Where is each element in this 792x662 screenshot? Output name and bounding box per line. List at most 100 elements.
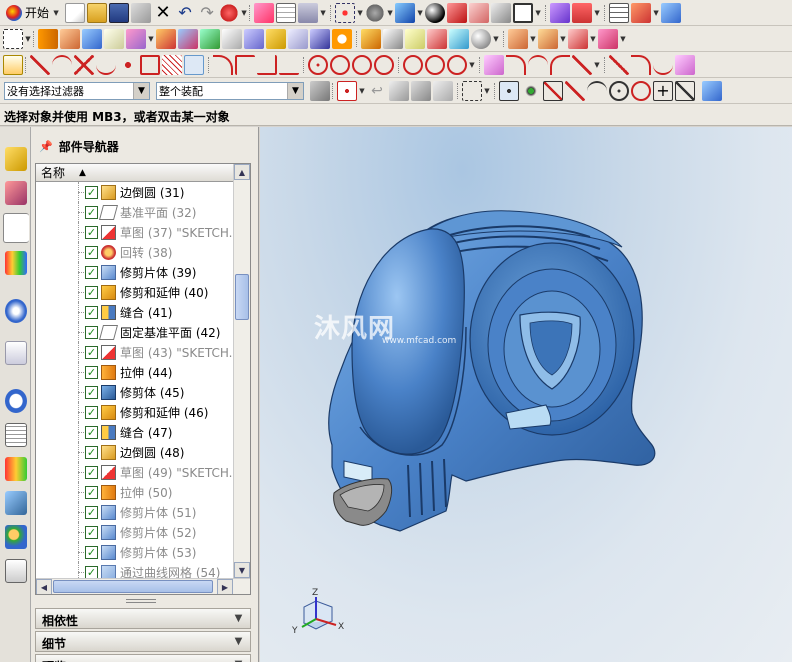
swept-icon[interactable] bbox=[449, 28, 469, 49]
tree-row[interactable]: ✓ 边倒圆 (48) bbox=[36, 442, 233, 462]
tree-row[interactable]: ✓ 修剪体 (45) bbox=[36, 382, 233, 402]
snap-enable-icon[interactable] bbox=[499, 80, 519, 101]
edit-spline-icon[interactable] bbox=[653, 55, 673, 75]
cube-icon[interactable] bbox=[82, 28, 102, 49]
back-arrow-icon[interactable]: ↩ bbox=[367, 81, 387, 101]
shell-icon[interactable] bbox=[104, 28, 124, 49]
tree-row[interactable]: ✓ 草图 (37) "SKETCH... bbox=[36, 222, 240, 242]
visibility-checkbox[interactable]: ✓ bbox=[85, 186, 98, 199]
history-icon[interactable] bbox=[5, 341, 27, 365]
edit-arc-icon[interactable] bbox=[631, 54, 651, 75]
unite-icon[interactable] bbox=[156, 28, 176, 49]
tree-row[interactable]: ✓ 固定基准平面 (42) bbox=[36, 322, 233, 342]
tree-row[interactable]: ✓ 基准平面 (32) bbox=[36, 202, 233, 222]
tree-row[interactable]: ✓ 修剪和延伸 (46) bbox=[36, 402, 233, 422]
circle-2pt-icon[interactable] bbox=[330, 54, 350, 75]
spline-icon[interactable] bbox=[96, 55, 116, 75]
vertical-scrollbar[interactable]: ▲ ▼ bbox=[233, 164, 250, 578]
process-studio-icon[interactable] bbox=[5, 457, 27, 481]
extend-curve-icon[interactable] bbox=[257, 54, 277, 75]
extrude-icon[interactable] bbox=[38, 28, 58, 49]
copy-icon[interactable] bbox=[131, 2, 152, 23]
visibility-checkbox[interactable]: ✓ bbox=[85, 466, 98, 479]
tree-icon[interactable] bbox=[631, 2, 652, 23]
visibility-checkbox[interactable]: ✓ bbox=[85, 546, 98, 559]
start-menu-button[interactable]: 开始 ▼ bbox=[2, 2, 64, 24]
roles-icon[interactable] bbox=[5, 525, 27, 549]
analysis-icon[interactable] bbox=[298, 2, 319, 23]
snap-point-icon[interactable]: + bbox=[653, 80, 673, 101]
tree-header[interactable]: 名称 ▲ bbox=[36, 164, 233, 182]
chevron-down-icon[interactable]: ▼ bbox=[231, 657, 246, 662]
break-curve-icon[interactable] bbox=[279, 55, 299, 75]
constraint-navigator-icon[interactable] bbox=[5, 181, 27, 205]
column-name-header[interactable]: 名称 bbox=[41, 164, 65, 181]
system-materials-icon[interactable] bbox=[5, 423, 27, 447]
browse-icon[interactable] bbox=[433, 80, 453, 101]
join-curve-icon[interactable] bbox=[572, 54, 592, 75]
tree-row[interactable]: ✓ 草图 (43) "SKETCH... bbox=[36, 342, 240, 362]
subtract-icon[interactable] bbox=[178, 28, 198, 49]
undo-icon[interactable]: ↶ bbox=[175, 3, 195, 23]
point-set-icon[interactable] bbox=[118, 54, 138, 75]
sketch-select-icon[interactable] bbox=[3, 28, 23, 49]
edit-curve-icon[interactable] bbox=[609, 54, 629, 75]
tree-row[interactable]: ✓ 修剪片体 (51) bbox=[36, 502, 233, 522]
snap-quadrant-icon[interactable] bbox=[631, 80, 651, 101]
panel-details[interactable]: 细节 ▼ bbox=[35, 631, 251, 652]
wire-cube-icon[interactable] bbox=[469, 2, 490, 23]
panel-splitter[interactable] bbox=[126, 599, 156, 603]
intersect-icon[interactable] bbox=[200, 28, 220, 49]
visibility-checkbox[interactable]: ✓ bbox=[85, 286, 98, 299]
scroll-down-icon[interactable]: ▼ bbox=[234, 562, 250, 578]
visibility-checkbox[interactable]: ✓ bbox=[85, 226, 98, 239]
bridge-curve-icon[interactable] bbox=[528, 54, 548, 75]
clock-icon[interactable] bbox=[5, 389, 27, 413]
scroll-right-icon[interactable]: ▶ bbox=[217, 579, 233, 594]
save-icon[interactable] bbox=[109, 2, 130, 23]
curve-grid-icon[interactable] bbox=[184, 54, 204, 75]
visibility-checkbox[interactable]: ✓ bbox=[85, 426, 98, 439]
web-browser-icon[interactable] bbox=[5, 299, 27, 323]
red-cube-icon[interactable] bbox=[447, 2, 468, 23]
orient-icon[interactable] bbox=[550, 2, 571, 23]
tree-row[interactable]: ✓ 修剪和延伸 (40) bbox=[36, 282, 233, 302]
layer-cube-icon[interactable] bbox=[491, 2, 512, 23]
table-icon[interactable] bbox=[609, 2, 630, 23]
manufacturing-wizard-icon[interactable] bbox=[5, 491, 27, 515]
select-all-icon[interactable] bbox=[337, 80, 357, 101]
graphics-window[interactable]: Z X Y 沐风网 www.mfcad.com bbox=[260, 127, 792, 662]
measure-icon[interactable] bbox=[661, 2, 682, 23]
visibility-checkbox[interactable]: ✓ bbox=[85, 406, 98, 419]
face-blend-icon[interactable] bbox=[383, 28, 403, 49]
offset-curve-icon[interactable] bbox=[550, 54, 570, 75]
sew-icon[interactable] bbox=[508, 28, 528, 49]
new-file-icon[interactable] bbox=[65, 2, 86, 23]
visibility-checkbox[interactable]: ✓ bbox=[85, 366, 98, 379]
panel-dependencies[interactable]: 相依性 ▼ bbox=[35, 608, 251, 629]
horizontal-scrollbar[interactable]: ◀ ▶ bbox=[36, 578, 250, 594]
edit-object-icon[interactable] bbox=[254, 2, 275, 23]
tree-row[interactable]: ✓ 回转 (38) bbox=[36, 242, 233, 262]
open-folder-icon[interactable] bbox=[87, 2, 108, 23]
visibility-checkbox[interactable]: ✓ bbox=[85, 306, 98, 319]
tree-row[interactable]: ✓ 缝合 (47) bbox=[36, 422, 233, 442]
visibility-checkbox[interactable]: ✓ bbox=[85, 386, 98, 399]
split-icon[interactable] bbox=[568, 28, 588, 49]
palette-icon[interactable] bbox=[5, 559, 27, 583]
filter-settings-icon[interactable] bbox=[310, 80, 330, 101]
tree-row[interactable]: ✓ 修剪片体 (53) bbox=[36, 542, 233, 562]
tree-row[interactable]: ✓ 拉伸 (50) bbox=[36, 482, 233, 502]
shaded-cube-icon[interactable] bbox=[395, 2, 416, 23]
sphere-icon[interactable] bbox=[471, 28, 491, 49]
rib-icon[interactable] bbox=[427, 28, 447, 49]
circle-offset-icon[interactable] bbox=[447, 54, 467, 75]
assembly-navigator-icon[interactable] bbox=[5, 147, 27, 171]
snap-options-icon[interactable] bbox=[521, 80, 541, 101]
visibility-checkbox[interactable]: ✓ bbox=[85, 206, 98, 219]
scroll-up-icon[interactable]: ▲ bbox=[234, 164, 250, 180]
tape-measure-model[interactable]: Z X Y bbox=[260, 127, 792, 662]
visibility-checkbox[interactable]: ✓ bbox=[85, 446, 98, 459]
sketch-icon[interactable] bbox=[3, 54, 23, 75]
chamfer-icon[interactable] bbox=[405, 28, 425, 49]
